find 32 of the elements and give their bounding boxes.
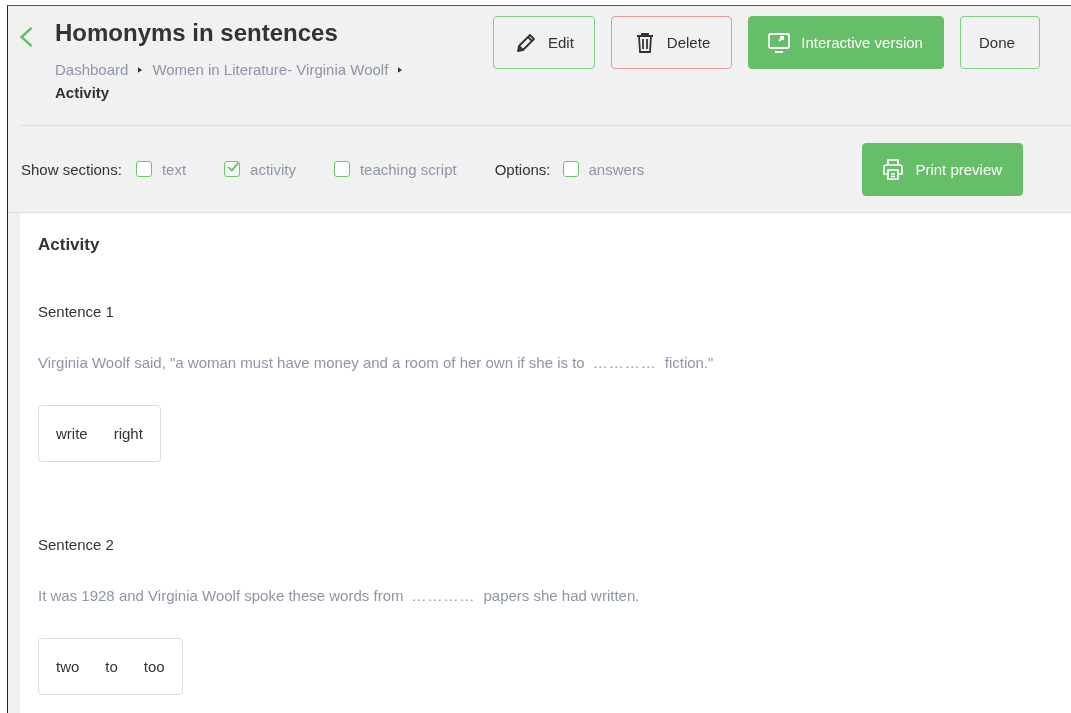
word-choice[interactable]: write [56, 425, 88, 442]
checkbox[interactable]: answers [562, 160, 645, 178]
print-preview-button[interactable]: Print preview [862, 142, 1024, 196]
sentence-title: Sentence 2 [38, 536, 115, 553]
sentence-text: papers she had written. [483, 587, 640, 604]
fill-in-line[interactable]: ………… [592, 354, 657, 371]
section-label: Show sections: [21, 160, 122, 178]
word-choice[interactable]: to [105, 658, 118, 675]
fill-in-line[interactable]: ………… [411, 587, 476, 604]
checkbox[interactable]: activity [224, 160, 296, 178]
sentence-text: fiction." [664, 354, 714, 371]
sentence-text: Virginia Woolf said, "a woman must have money and a room of her own if she is to [38, 354, 585, 371]
breadcrumb-current: Activity [55, 83, 110, 103]
breadcrumb-link[interactable]: Women in Literature- Virginia Woolf [152, 58, 389, 81]
printer-icon [881, 157, 906, 181]
done-button[interactable]: Done [959, 16, 1040, 69]
word-choice[interactable]: right [113, 425, 143, 442]
page-title: Homonyms in sentences [55, 18, 339, 48]
check-icon [226, 160, 241, 174]
checkbox[interactable]: teaching script [333, 160, 457, 178]
options-label: Options: [494, 160, 551, 178]
word-choice[interactable]: two [56, 658, 80, 675]
section-heading: Activity [38, 235, 101, 255]
breadcrumb-link[interactable]: Dashboard [55, 58, 129, 81]
monitor-icon [767, 30, 792, 55]
checkbox[interactable]: text [135, 160, 187, 178]
sentence-text: It was 1928 and Virginia Woolf spoke these words from [38, 587, 404, 604]
delete-button[interactable]: Delete [610, 16, 733, 69]
interactive-version-button[interactable]: Interactive version [748, 16, 944, 69]
word-choice[interactable]: too [143, 658, 165, 675]
edit-button[interactable]: Edit [493, 16, 595, 69]
sentence-title: Sentence 1 [38, 303, 115, 320]
